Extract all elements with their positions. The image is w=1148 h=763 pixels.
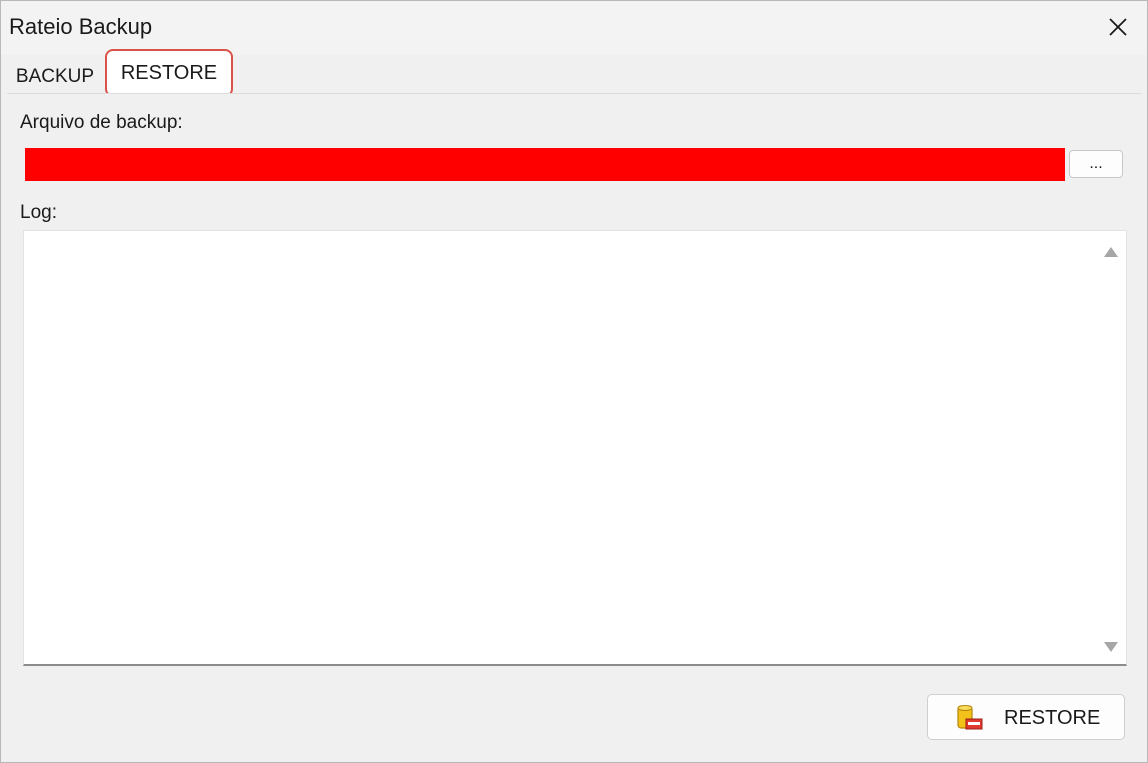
triangle-down-icon	[1104, 642, 1118, 652]
restore-button[interactable]: RESTORE	[927, 694, 1125, 740]
title-bar: Rateio Backup	[1, 1, 1147, 55]
log-textarea[interactable]	[23, 230, 1127, 666]
tab-backup-label: BACKUP	[15, 66, 95, 87]
log-scrollbar[interactable]	[1096, 231, 1126, 664]
window-title: Rateio Backup	[9, 14, 153, 39]
log-label: Log:	[20, 202, 57, 223]
close-icon	[1109, 18, 1127, 36]
app-window: Rateio Backup BACKUP RESTORE Arquivo de …	[0, 0, 1148, 763]
backup-file-field[interactable]	[25, 148, 1065, 181]
triangle-up-icon	[1104, 247, 1118, 257]
browse-button[interactable]: ...	[1069, 150, 1123, 178]
close-button[interactable]	[1089, 1, 1147, 53]
tab-restore-label: RESTORE	[120, 61, 218, 84]
tab-backup[interactable]: BACKUP	[7, 59, 103, 95]
database-restore-icon	[957, 705, 983, 730]
scroll-down-button[interactable]	[1103, 640, 1119, 654]
tab-restore[interactable]: RESTORE	[105, 49, 233, 97]
scroll-up-button[interactable]	[1103, 245, 1119, 259]
backup-file-label: Arquivo de backup:	[20, 112, 183, 133]
restore-button-label: RESTORE	[1004, 707, 1101, 729]
browse-button-label: ...	[1089, 155, 1103, 172]
tab-strip: BACKUP RESTORE	[1, 49, 1147, 97]
restore-panel: Arquivo de backup: ... Log: RESTORE	[7, 93, 1141, 755]
